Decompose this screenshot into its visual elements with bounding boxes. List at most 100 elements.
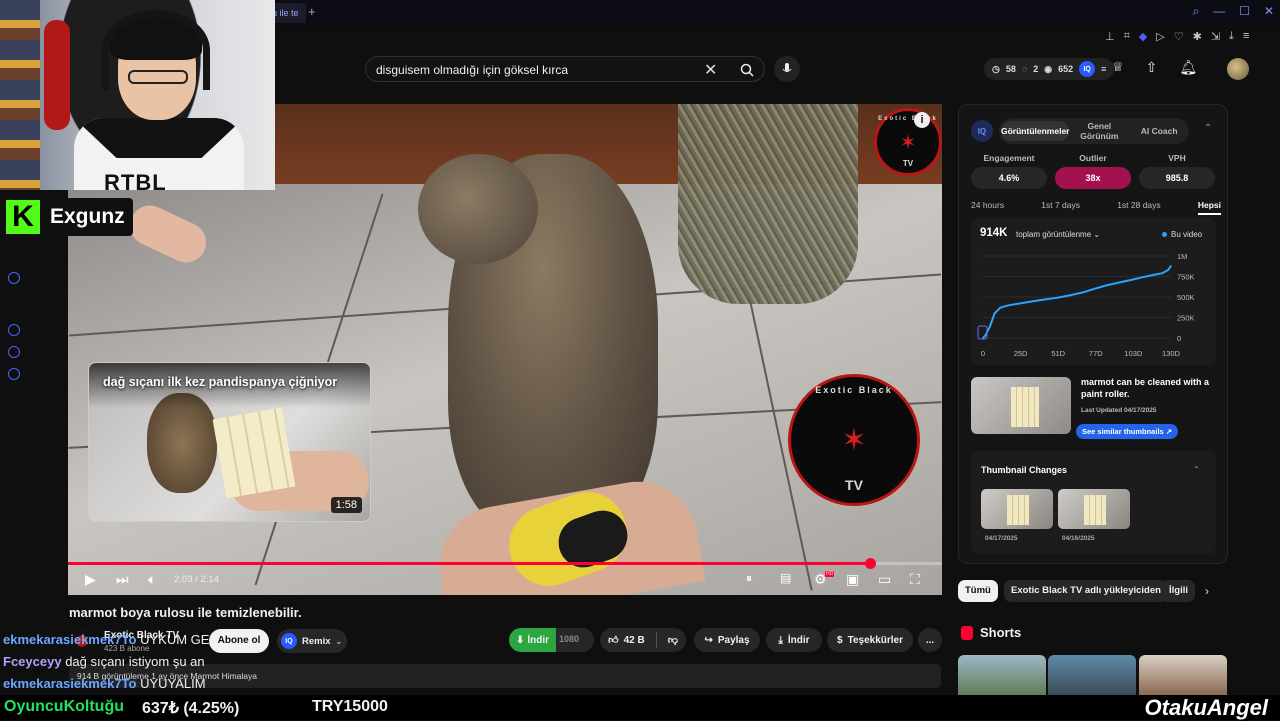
like-count[interactable]: 42 B — [624, 635, 645, 646]
maximize-icon[interactable]: ☐ — [1239, 4, 1250, 19]
short-thumbnail[interactable] — [1139, 655, 1227, 695]
total-views-label[interactable]: toplam görüntülenme ⌄ — [1016, 230, 1100, 239]
play-extension-icon[interactable]: ▷ — [1156, 30, 1164, 43]
window-controls: ⌕ — ☐ ✕ — [1192, 4, 1274, 19]
short-thumbnail[interactable] — [1048, 655, 1136, 695]
range-24h[interactable]: 24 hours — [971, 200, 1004, 215]
shield-icon[interactable]: ◆ — [1139, 30, 1147, 43]
menu-icon[interactable]: ≡ — [1243, 30, 1249, 43]
miniplayer-icon[interactable]: ▣ — [846, 571, 859, 588]
volume-icon[interactable]: 🔈︎ — [148, 571, 156, 588]
end-screen-video-card[interactable]: dağ sıçanı ilk kez pandispanya çiğniyor … — [88, 362, 371, 522]
download-quality-button[interactable]: ⬇ İndir 1080 — [509, 628, 594, 652]
minimize-icon[interactable]: — — [1213, 4, 1225, 19]
view-stats-widget[interactable]: ◷ 58 ◌ 2 ◉ 652 IQ ≡ — [984, 58, 1115, 80]
chat-text: UYKUM GE — [140, 632, 210, 647]
data-point — [993, 312, 996, 314]
subscribe-button[interactable]: Abone ol — [209, 629, 269, 653]
data-point — [982, 337, 984, 339]
search-icon — [740, 63, 754, 77]
search-input[interactable]: disguisem olmadığı için göksel kırca — [376, 63, 568, 77]
next-video-icon[interactable]: ⏭ — [116, 571, 129, 588]
thumbnail-version[interactable] — [1058, 489, 1130, 529]
see-similar-thumbnails-button[interactable]: See similar thumbnails ↗ — [1076, 424, 1179, 439]
info-icon[interactable]: i — [914, 112, 930, 128]
subtitles-icon[interactable]: ▤ — [780, 571, 791, 585]
play-icon[interactable]: ▶ — [85, 571, 96, 588]
thumbnail-date: 04/17/2025 — [985, 535, 1018, 542]
autoplay-toggle-icon[interactable]: ⏸︎ — [746, 571, 752, 586]
chart-legend: Bu video — [1162, 230, 1202, 239]
filter-chip-all[interactable]: Tümü — [958, 580, 998, 602]
fullscreen-icon[interactable]: ⛶ — [910, 571, 920, 588]
end-card-cake — [212, 407, 296, 499]
range-28d[interactable]: 1st 28 days — [1117, 200, 1160, 215]
close-window-icon[interactable]: ✕ — [1264, 4, 1274, 19]
quality-select[interactable]: 1080 — [559, 634, 579, 644]
remix-label: Remix — [302, 635, 331, 647]
chevron-right-icon[interactable]: › — [1205, 584, 1209, 598]
like-icon[interactable]: 👍︎ — [608, 634, 618, 646]
similar-thumbnail[interactable] — [971, 377, 1071, 434]
clock-stat-icon: ◷ — [992, 63, 1000, 74]
chevron-up-icon[interactable]: ⌃ — [1193, 465, 1200, 474]
y-tick-label: 500K — [1177, 293, 1195, 302]
glass-jar — [678, 104, 858, 304]
extensions-icon[interactable] — [8, 346, 20, 358]
range-7d[interactable]: 1st 7 days — [1041, 200, 1080, 215]
notifications-bell-icon[interactable]: 🔔︎ — [1179, 59, 1197, 76]
search-button[interactable] — [728, 58, 766, 82]
theater-mode-icon[interactable]: ▭ — [878, 571, 891, 588]
header-actions: ♕ ⇧ 🔔︎ — [1112, 59, 1197, 76]
filter-chip-uploader[interactable]: Exotic Black TV adlı yükleyiciden — [1004, 580, 1168, 602]
share-button[interactable]: ↪ Paylaş — [694, 628, 760, 652]
search-tabs-icon[interactable]: ⌕ — [1192, 4, 1199, 19]
pin-icon[interactable]: ⊥ — [1105, 30, 1115, 43]
new-tab-button[interactable]: + — [308, 4, 316, 19]
browser-tab[interactable]: u ile te — [270, 3, 306, 23]
short-thumbnail[interactable] — [958, 655, 1046, 695]
crop-icon[interactable]: ⌗ — [1124, 30, 1130, 43]
spider-icon: ✶ — [899, 131, 917, 154]
chevron-up-icon[interactable]: ⌃ — [1204, 123, 1212, 134]
tab-views[interactable]: Görüntülenmeler — [1001, 121, 1070, 141]
heart-icon[interactable]: ♡ — [1174, 30, 1184, 43]
settings-icon[interactable] — [8, 368, 20, 380]
data-point — [1161, 272, 1163, 274]
metric-label: VPH — [1168, 153, 1186, 163]
more-actions-button[interactable]: ... — [918, 628, 942, 652]
range-all[interactable]: Hepsi — [1197, 200, 1221, 215]
marmot-head — [418, 154, 538, 264]
download-button[interactable]: ⤓ İndir — [766, 628, 822, 652]
share-label: Paylaş — [717, 634, 750, 646]
data-point — [985, 334, 987, 336]
history-icon[interactable] — [8, 272, 20, 284]
voice-search-button[interactable] — [774, 56, 800, 82]
puzzle-icon[interactable]: ✱ — [1193, 30, 1202, 43]
account-avatar[interactable] — [1227, 58, 1249, 80]
data-point — [1083, 291, 1085, 293]
data-point — [1105, 284, 1107, 287]
y-tick-label: 0 — [1177, 334, 1181, 343]
thanks-button[interactable]: $ Teşekkürler — [827, 628, 913, 652]
dislike-icon[interactable]: 👎︎ — [668, 634, 678, 646]
progress-bar[interactable] — [68, 558, 942, 569]
filter-chip-related[interactable]: İlgili — [1162, 580, 1195, 602]
trophy-icon[interactable]: ♕ — [1112, 59, 1124, 76]
remix-button[interactable]: IQ Remix ⌄ — [277, 629, 347, 653]
download-extension-icon[interactable]: ⤓ — [1229, 30, 1234, 43]
clock-icon[interactable] — [8, 324, 20, 336]
thumbnail-version[interactable] — [981, 489, 1053, 529]
tab-ai-coach[interactable]: AI Coach — [1129, 126, 1189, 136]
end-card-marmot — [147, 393, 217, 493]
green-download-button[interactable]: ⬇ İndir — [509, 628, 556, 652]
tab-overview[interactable]: Genel Görünüm — [1069, 121, 1129, 141]
x-tick-label: 77D — [1089, 349, 1103, 358]
share-extension-icon[interactable]: ⇲ — [1211, 30, 1220, 43]
channel-watermark-small: Exotic Black ✶ TV — [874, 108, 942, 176]
upload-icon[interactable]: ⇧ — [1146, 59, 1158, 76]
iq-logo-icon: IQ — [971, 120, 993, 142]
clear-search-icon[interactable]: ✕ — [704, 60, 717, 80]
stat-3: 652 — [1058, 64, 1074, 74]
watermark-small-tv: TV — [902, 159, 914, 168]
